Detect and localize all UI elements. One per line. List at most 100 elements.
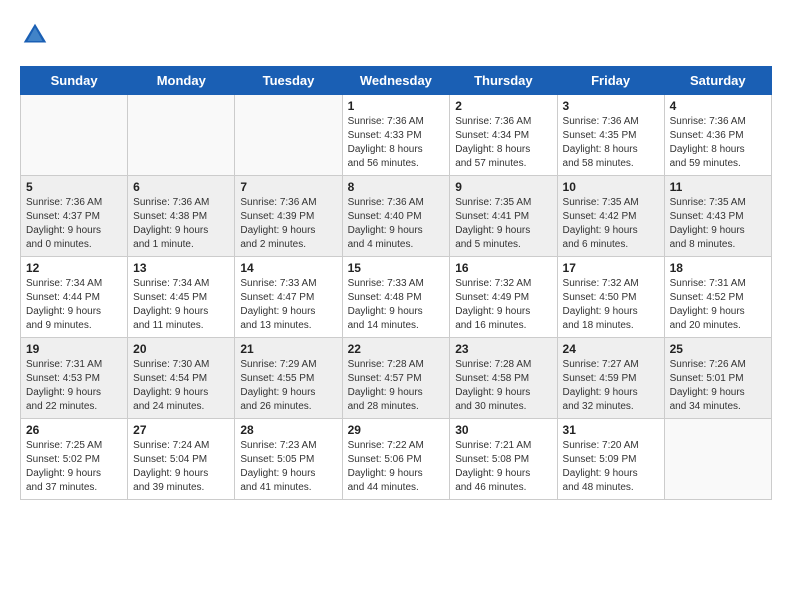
day-info: Sunrise: 7:29 AM Sunset: 4:55 PM Dayligh… <box>240 358 336 414</box>
calendar-cell: 28 Sunrise: 7:23 AM Sunset: 5:05 PM Dayli… <box>235 419 342 500</box>
day-number: 26 <box>26 423 122 437</box>
day-number: 6 <box>133 180 229 194</box>
day-number: 17 <box>563 261 659 275</box>
calendar-cell: 25 Sunrise: 7:26 AM Sunset: 5:01 PM Dayli… <box>664 338 771 419</box>
day-info: Sunrise: 7:23 AM Sunset: 5:05 PM Dayligh… <box>240 439 336 495</box>
day-info: Sunrise: 7:36 AM Sunset: 4:40 PM Dayligh… <box>348 196 445 252</box>
day-info: Sunrise: 7:36 AM Sunset: 4:33 PM Dayligh… <box>348 115 445 171</box>
day-header-monday: Monday <box>128 67 235 95</box>
day-info: Sunrise: 7:35 AM Sunset: 4:41 PM Dayligh… <box>455 196 551 252</box>
day-number: 4 <box>670 99 766 113</box>
logo <box>20 20 54 50</box>
day-number: 8 <box>348 180 445 194</box>
day-number: 2 <box>455 99 551 113</box>
day-number: 3 <box>563 99 659 113</box>
week-row-5: 26 Sunrise: 7:25 AM Sunset: 5:02 PM Dayli… <box>21 419 772 500</box>
day-number: 9 <box>455 180 551 194</box>
calendar-header-row: SundayMondayTuesdayWednesdayThursdayFrid… <box>21 67 772 95</box>
day-number: 24 <box>563 342 659 356</box>
day-info: Sunrise: 7:33 AM Sunset: 4:48 PM Dayligh… <box>348 277 445 333</box>
calendar-cell: 4 Sunrise: 7:36 AM Sunset: 4:36 PM Daylig… <box>664 95 771 176</box>
day-info: Sunrise: 7:36 AM Sunset: 4:38 PM Dayligh… <box>133 196 229 252</box>
calendar-cell: 30 Sunrise: 7:21 AM Sunset: 5:08 PM Dayli… <box>450 419 557 500</box>
calendar-cell: 22Sunrise: 7:28 AM Sunset: 4:57 PM Dayli… <box>342 338 450 419</box>
day-header-thursday: Thursday <box>450 67 557 95</box>
day-number: 29 <box>348 423 445 437</box>
calendar-cell: 29 Sunrise: 7:22 AM Sunset: 5:06 PM Dayli… <box>342 419 450 500</box>
day-info: Sunrise: 7:36 AM Sunset: 4:34 PM Dayligh… <box>455 115 551 171</box>
week-row-1: 1 Sunrise: 7:36 AM Sunset: 4:33 PM Daylig… <box>21 95 772 176</box>
day-info: Sunrise: 7:35 AM Sunset: 4:43 PM Dayligh… <box>670 196 766 252</box>
day-number: 19 <box>26 342 122 356</box>
calendar-cell: 2 Sunrise: 7:36 AM Sunset: 4:34 PM Daylig… <box>450 95 557 176</box>
calendar-cell: 1 Sunrise: 7:36 AM Sunset: 4:33 PM Daylig… <box>342 95 450 176</box>
calendar-cell: 20 Sunrise: 7:30 AM Sunset: 4:54 PM Dayli… <box>128 338 235 419</box>
day-info: Sunrise: 7:22 AM Sunset: 5:06 PM Dayligh… <box>348 439 445 495</box>
day-info: Sunrise: 7:28 AM Sunset: 4:58 PM Dayligh… <box>455 358 551 414</box>
calendar-cell: 24 Sunrise: 7:27 AM Sunset: 4:59 PM Dayli… <box>557 338 664 419</box>
calendar-cell <box>128 95 235 176</box>
day-info: Sunrise: 7:26 AM Sunset: 5:01 PM Dayligh… <box>670 358 766 414</box>
day-number: 23 <box>455 342 551 356</box>
week-row-3: 12Sunrise: 7:34 AM Sunset: 4:44 PM Dayli… <box>21 257 772 338</box>
day-info: Sunrise: 7:24 AM Sunset: 5:04 PM Dayligh… <box>133 439 229 495</box>
week-row-2: 5 Sunrise: 7:36 AM Sunset: 4:37 PM Daylig… <box>21 176 772 257</box>
day-number: 28 <box>240 423 336 437</box>
calendar-cell: 31Sunrise: 7:20 AM Sunset: 5:09 PM Dayli… <box>557 419 664 500</box>
calendar-cell: 17 Sunrise: 7:32 AM Sunset: 4:50 PM Dayli… <box>557 257 664 338</box>
calendar-cell: 23 Sunrise: 7:28 AM Sunset: 4:58 PM Dayli… <box>450 338 557 419</box>
day-info: Sunrise: 7:34 AM Sunset: 4:44 PM Dayligh… <box>26 277 122 333</box>
day-info: Sunrise: 7:34 AM Sunset: 4:45 PM Dayligh… <box>133 277 229 333</box>
calendar-cell: 6 Sunrise: 7:36 AM Sunset: 4:38 PM Daylig… <box>128 176 235 257</box>
day-info: Sunrise: 7:36 AM Sunset: 4:36 PM Dayligh… <box>670 115 766 171</box>
day-header-friday: Friday <box>557 67 664 95</box>
logo-icon <box>20 20 50 50</box>
day-info: Sunrise: 7:31 AM Sunset: 4:52 PM Dayligh… <box>670 277 766 333</box>
day-info: Sunrise: 7:30 AM Sunset: 4:54 PM Dayligh… <box>133 358 229 414</box>
day-info: Sunrise: 7:35 AM Sunset: 4:42 PM Dayligh… <box>563 196 659 252</box>
day-info: Sunrise: 7:31 AM Sunset: 4:53 PM Dayligh… <box>26 358 122 414</box>
day-info: Sunrise: 7:36 AM Sunset: 4:37 PM Dayligh… <box>26 196 122 252</box>
day-number: 21 <box>240 342 336 356</box>
day-info: Sunrise: 7:27 AM Sunset: 4:59 PM Dayligh… <box>563 358 659 414</box>
day-number: 16 <box>455 261 551 275</box>
week-row-4: 19 Sunrise: 7:31 AM Sunset: 4:53 PM Dayli… <box>21 338 772 419</box>
calendar-cell: 9 Sunrise: 7:35 AM Sunset: 4:41 PM Daylig… <box>450 176 557 257</box>
calendar-cell: 10 Sunrise: 7:35 AM Sunset: 4:42 PM Dayli… <box>557 176 664 257</box>
calendar-cell: 3 Sunrise: 7:36 AM Sunset: 4:35 PM Daylig… <box>557 95 664 176</box>
day-number: 7 <box>240 180 336 194</box>
day-number: 14 <box>240 261 336 275</box>
calendar-cell <box>664 419 771 500</box>
day-info: Sunrise: 7:36 AM Sunset: 4:35 PM Dayligh… <box>563 115 659 171</box>
day-number: 11 <box>670 180 766 194</box>
day-number: 1 <box>348 99 445 113</box>
day-number: 18 <box>670 261 766 275</box>
calendar-cell: 13 Sunrise: 7:34 AM Sunset: 4:45 PM Dayli… <box>128 257 235 338</box>
day-number: 13 <box>133 261 229 275</box>
day-number: 10 <box>563 180 659 194</box>
day-number: 22 <box>348 342 445 356</box>
day-info: Sunrise: 7:32 AM Sunset: 4:50 PM Dayligh… <box>563 277 659 333</box>
calendar-cell: 7Sunrise: 7:36 AM Sunset: 4:39 PM Daylig… <box>235 176 342 257</box>
calendar-cell <box>21 95 128 176</box>
day-number: 30 <box>455 423 551 437</box>
page-header <box>20 20 772 50</box>
day-header-sunday: Sunday <box>21 67 128 95</box>
day-number: 5 <box>26 180 122 194</box>
calendar-cell: 11 Sunrise: 7:35 AM Sunset: 4:43 PM Dayli… <box>664 176 771 257</box>
calendar-cell: 21 Sunrise: 7:29 AM Sunset: 4:55 PM Dayli… <box>235 338 342 419</box>
day-number: 20 <box>133 342 229 356</box>
day-info: Sunrise: 7:21 AM Sunset: 5:08 PM Dayligh… <box>455 439 551 495</box>
day-number: 25 <box>670 342 766 356</box>
day-number: 31 <box>563 423 659 437</box>
day-info: Sunrise: 7:32 AM Sunset: 4:49 PM Dayligh… <box>455 277 551 333</box>
calendar-cell: 5 Sunrise: 7:36 AM Sunset: 4:37 PM Daylig… <box>21 176 128 257</box>
calendar-cell: 14Sunrise: 7:33 AM Sunset: 4:47 PM Dayli… <box>235 257 342 338</box>
calendar-cell: 26 Sunrise: 7:25 AM Sunset: 5:02 PM Dayli… <box>21 419 128 500</box>
calendar-cell: 18 Sunrise: 7:31 AM Sunset: 4:52 PM Dayli… <box>664 257 771 338</box>
calendar-cell: 8 Sunrise: 7:36 AM Sunset: 4:40 PM Daylig… <box>342 176 450 257</box>
calendar-cell <box>235 95 342 176</box>
day-info: Sunrise: 7:25 AM Sunset: 5:02 PM Dayligh… <box>26 439 122 495</box>
calendar-cell: 15Sunrise: 7:33 AM Sunset: 4:48 PM Dayli… <box>342 257 450 338</box>
day-number: 27 <box>133 423 229 437</box>
